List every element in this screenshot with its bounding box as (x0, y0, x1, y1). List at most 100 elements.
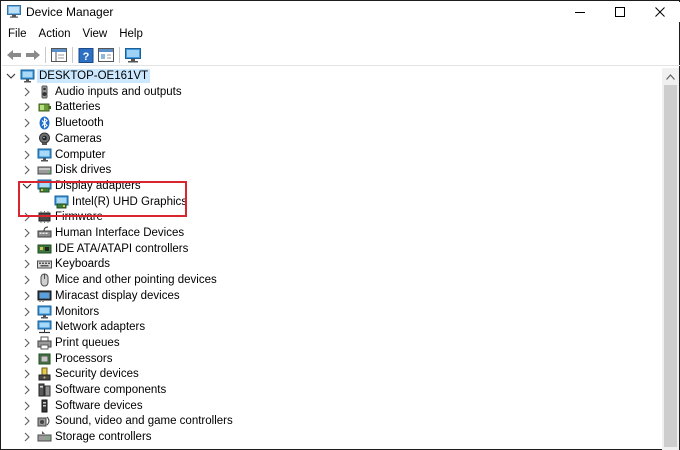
tree-item-category[interactable]: Disk drives (2, 162, 642, 178)
expand-toggle[interactable] (21, 368, 33, 380)
tree-item-category[interactable]: Mice and other pointing devices (2, 272, 642, 288)
device-manager-window: Device Manager File Action View Help ? D… (0, 0, 680, 450)
minimize-button[interactable] (560, 2, 600, 22)
scrollbar-thumb[interactable] (664, 85, 677, 447)
tree-item-category[interactable]: Bluetooth (2, 115, 642, 131)
monitor-icon (125, 47, 141, 62)
tree-item-category[interactable]: Sound, video and game controllers (2, 413, 642, 429)
svg-text:?: ? (83, 51, 90, 63)
expand-toggle[interactable] (21, 321, 33, 333)
expand-toggle[interactable] (21, 400, 33, 412)
tree-root-label: DESKTOP-OE161VT (37, 69, 151, 83)
close-button[interactable] (640, 2, 680, 22)
expand-toggle[interactable] (21, 101, 33, 113)
tree-item-category[interactable]: Miracast display devices (2, 288, 642, 304)
tree-item-category[interactable]: Batteries (2, 99, 642, 115)
network-adapter-icon (37, 320, 52, 334)
bluetooth-icon (37, 116, 52, 130)
scan-hardware-button[interactable] (124, 47, 142, 63)
chevron-up-icon (666, 73, 675, 80)
expand-toggle[interactable] (21, 337, 33, 349)
menu-view[interactable]: View (77, 25, 114, 43)
console-tree-icon (51, 48, 67, 62)
tree-item-category[interactable]: Processors (2, 351, 642, 367)
device-tree: DESKTOP-OE161VT Audio inputs and outputs B… (2, 68, 662, 450)
battery-icon (37, 100, 52, 114)
expand-toggle[interactable] (21, 149, 33, 161)
maximize-button[interactable] (600, 2, 640, 22)
chevron-right-icon (24, 307, 30, 317)
toolbar-separator (72, 47, 73, 63)
chevron-right-icon (24, 275, 30, 285)
tree-item-category[interactable]: Keyboards (2, 256, 642, 272)
close-icon (655, 7, 665, 17)
tree-item-category[interactable]: Monitors (2, 304, 642, 320)
properties-button[interactable] (97, 47, 115, 63)
monitor-icon (37, 305, 52, 319)
minimize-icon (575, 12, 585, 13)
help-button[interactable]: ? (77, 47, 95, 63)
maximize-icon (615, 7, 625, 17)
properties-icon (98, 48, 114, 62)
highlight-annotation-box (18, 181, 187, 217)
tree-item-label: Security devices (55, 368, 139, 380)
collapse-toggle[interactable] (5, 70, 17, 82)
expand-toggle[interactable] (21, 117, 33, 129)
tree-item-label: Bluetooth (55, 117, 104, 129)
expand-toggle[interactable] (21, 431, 33, 443)
forward-button[interactable] (24, 47, 42, 63)
tree-item-category[interactable]: Software devices (2, 398, 642, 414)
expand-toggle[interactable] (21, 306, 33, 318)
chevron-right-icon (24, 401, 30, 411)
software-component-icon (37, 383, 52, 397)
tree-item-category[interactable]: Computer (2, 147, 642, 163)
chevron-right-icon (24, 338, 30, 348)
computer-icon (37, 148, 52, 162)
expand-toggle[interactable] (21, 384, 33, 396)
expand-toggle[interactable] (21, 133, 33, 145)
expand-toggle[interactable] (21, 415, 33, 427)
show-hide-console-tree-button[interactable] (50, 47, 68, 63)
back-arrow-icon (7, 50, 21, 60)
expand-toggle[interactable] (21, 243, 33, 255)
tree-item-category[interactable]: IDE ATA/ATAPI controllers (2, 241, 642, 257)
tree-item-label: Keyboards (55, 258, 110, 270)
tree-item-label: Computer (55, 149, 106, 161)
tree-item-category[interactable]: Software components (2, 382, 642, 398)
expand-toggle[interactable] (21, 86, 33, 98)
mouse-icon (37, 273, 52, 287)
tree-root[interactable]: DESKTOP-OE161VT (2, 68, 642, 84)
tree-item-label: Print queues (55, 337, 120, 349)
device-manager-app-icon (7, 5, 21, 18)
chevron-down-icon (6, 73, 16, 79)
tree-item-category[interactable]: Human Interface Devices (2, 225, 642, 241)
chevron-right-icon (24, 432, 30, 442)
vertical-scrollbar[interactable] (662, 68, 679, 450)
chevron-right-icon (24, 102, 30, 112)
menu-action[interactable]: Action (33, 25, 77, 43)
tree-item-label: Mice and other pointing devices (55, 274, 217, 286)
security-device-icon (37, 367, 52, 381)
tree-item-label: Processors (55, 353, 113, 365)
expand-toggle[interactable] (21, 274, 33, 286)
tree-item-category[interactable]: Print queues (2, 335, 642, 351)
chevron-right-icon (24, 416, 30, 426)
hid-icon (37, 226, 52, 240)
tree-item-category[interactable]: Audio inputs and outputs (2, 84, 642, 100)
expand-toggle[interactable] (21, 353, 33, 365)
expand-toggle[interactable] (21, 164, 33, 176)
expand-toggle[interactable] (21, 290, 33, 302)
tree-item-category[interactable]: Storage controllers (2, 429, 642, 445)
tree-item-category[interactable]: Network adapters (2, 319, 642, 335)
scroll-up-button[interactable] (662, 68, 679, 85)
chevron-right-icon (24, 369, 30, 379)
menu-help[interactable]: Help (113, 25, 149, 43)
chevron-right-icon (24, 259, 30, 269)
tree-item-category[interactable]: Security devices (2, 366, 642, 382)
expand-toggle[interactable] (21, 227, 33, 239)
back-button[interactable] (5, 47, 23, 63)
expand-toggle[interactable] (21, 258, 33, 270)
tree-item-category[interactable]: Cameras (2, 131, 642, 147)
menu-file[interactable]: File (2, 25, 33, 43)
window-title: Device Manager (26, 5, 114, 19)
